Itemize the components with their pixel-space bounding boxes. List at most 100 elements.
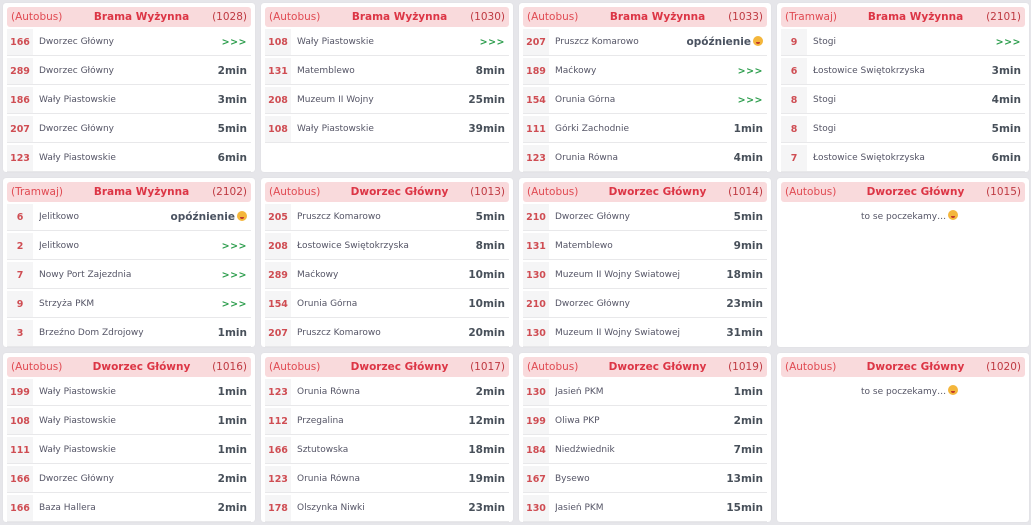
- departure-time-text: 2min: [217, 502, 247, 514]
- departure-row: 166 Baza Hallera 2min: [7, 495, 251, 522]
- line-number: 131: [265, 58, 291, 84]
- departure-time: 4min: [992, 94, 1025, 106]
- stop-code: (1033): [728, 11, 763, 23]
- line-number: 289: [7, 58, 33, 84]
- departure-time-text: 4min: [733, 152, 763, 164]
- line-number: 166: [265, 437, 291, 463]
- line-number: 207: [523, 29, 549, 55]
- departure-row: 208 Muzeum II Wojny 25min: [265, 87, 509, 114]
- departure-row: 111 Górki Zachodnie 1min: [523, 116, 767, 143]
- no-departures-text: to se poczekamy…: [861, 387, 947, 397]
- line-number: 123: [265, 466, 291, 492]
- destination: Muzeum II Wojny Światowej: [555, 328, 681, 338]
- departure-time: 9min: [734, 240, 767, 252]
- line-number: 208: [265, 87, 291, 113]
- departure-row: 189 Maćkowy >>>: [523, 58, 767, 85]
- departure-row: 210 Dworzec Główny 5min: [523, 204, 767, 231]
- destination: Jasień PKM: [555, 387, 604, 397]
- departure-time-text: 5min: [991, 123, 1021, 135]
- departure-time: 39min: [468, 123, 509, 135]
- destination: Wały Piastowskie: [297, 124, 374, 134]
- departure-row: 123 Orunia Równa 4min: [523, 145, 767, 172]
- departure-row: 2 Jelitkowo >>>: [7, 233, 251, 260]
- stop-name: Dworzec Główny: [92, 361, 191, 373]
- stop-card-header: (Autobus) Dworzec Główny (1013): [265, 182, 509, 202]
- departure-time-text: opóźnienie: [686, 36, 751, 48]
- departure-time: 10min: [468, 269, 509, 281]
- line-number: 154: [265, 291, 291, 317]
- departure-time: 3min: [218, 94, 251, 106]
- departure-time: 25min: [468, 94, 509, 106]
- departure-time-text: 2min: [217, 473, 247, 485]
- line-number: 210: [523, 291, 549, 317]
- departure-row: 9 Strzyża PKM >>>: [7, 291, 251, 318]
- stop-name: Brama Wyżynna: [93, 186, 190, 198]
- stop-card-header: (Autobus) Dworzec Główny (1020): [781, 357, 1025, 377]
- destination: Pruszcz Komarowo: [297, 328, 381, 338]
- departure-time: 2min: [218, 65, 251, 77]
- departure-time-text: 2min: [733, 415, 763, 427]
- line-number: 8: [781, 87, 807, 113]
- departure-row: 166 Sztutowska 18min: [265, 437, 509, 464]
- stop-card-header: (Tramwaj) Brama Wyżynna (2102): [7, 182, 251, 202]
- departure-row: 207 Dworzec Główny 5min: [7, 116, 251, 143]
- departure-time-text: 3min: [217, 94, 247, 106]
- line-number: 154: [523, 87, 549, 113]
- departure-time: 6min: [218, 152, 251, 164]
- line-number: 289: [265, 262, 291, 288]
- destination: Wały Piastowskie: [39, 153, 116, 163]
- departure-time: 6min: [992, 152, 1025, 164]
- departure-time: 15min: [726, 502, 767, 514]
- departure-time: opóźnienie: [171, 211, 251, 223]
- destination: Nowy Port Zajezdnia: [39, 270, 132, 280]
- stop-card: (Autobus) Dworzec Główny (1015) to se pocze…: [777, 178, 1029, 347]
- departure-time-text: >>>: [221, 240, 247, 252]
- departure-row: 289 Dworzec Główny 2min: [7, 58, 251, 85]
- destination: Orunia Równa: [555, 153, 619, 163]
- destination: Bysewo: [555, 474, 590, 484]
- departure-row: 205 Pruszcz Komarowo 5min: [265, 204, 509, 231]
- departure-row: 289 Maćkowy 10min: [265, 262, 509, 289]
- departure-time-text: 5min: [733, 211, 763, 223]
- departure-row: 3 Brzeźno Dom Zdrojowy 1min: [7, 320, 251, 347]
- stop-name: Brama Wyżynna: [93, 11, 190, 23]
- stop-card: (Tramwaj) Brama Wyżynna (2102) 6 Jelitkowo op…: [3, 178, 255, 347]
- no-departures-message: to se poczekamy…: [781, 202, 1025, 222]
- destination: Pruszcz Komarowo: [555, 37, 639, 47]
- departure-time-text: 1min: [217, 444, 247, 456]
- departure-time: >>>: [222, 270, 251, 281]
- departure-row: 108 Wały Piastowskie >>>: [265, 29, 509, 56]
- destination: Muzeum II Wojny: [297, 95, 374, 105]
- vehicle-type: (Autobus): [269, 11, 321, 23]
- stop-name: Dworzec Główny: [608, 186, 707, 198]
- stop-card-header: (Autobus) Dworzec Główny (1014): [523, 182, 767, 202]
- departure-time: 12min: [468, 415, 509, 427]
- destination: Matemblewo: [555, 241, 613, 251]
- stop-card: (Autobus) Dworzec Główny (1020) to se pocze…: [777, 353, 1029, 522]
- vehicle-type: (Autobus): [527, 361, 579, 373]
- destination: Łostowice Świętokrzyska: [813, 66, 925, 76]
- line-number: 131: [523, 233, 549, 259]
- destination: Wały Piastowskie: [297, 37, 374, 47]
- stop-name: Dworzec Główny: [866, 186, 965, 198]
- destination: Łostowice Świętokrzyska: [813, 153, 925, 163]
- departure-time-text: 9min: [733, 240, 763, 252]
- departure-row: 123 Orunia Równa 2min: [265, 379, 509, 406]
- line-number: 9: [7, 291, 33, 317]
- destination: Sztutowska: [297, 445, 349, 455]
- stop-name: Brama Wyżynna: [609, 11, 706, 23]
- departure-time-text: 23min: [468, 502, 505, 514]
- departure-time: 5min: [992, 123, 1025, 135]
- departure-time: 2min: [734, 415, 767, 427]
- destination: Dworzec Główny: [555, 299, 630, 309]
- line-number: 111: [7, 437, 33, 463]
- departure-row: 7 Łostowice Świętokrzyska 6min: [781, 145, 1025, 172]
- departure-row: 166 Dworzec Główny 2min: [7, 466, 251, 493]
- stop-name: Dworzec Główny: [608, 361, 707, 373]
- destination: Orunia Górna: [297, 299, 358, 309]
- departure-time: opóźnienie: [687, 36, 767, 48]
- stop-card-header: (Tramwaj) Brama Wyżynna (2101): [781, 7, 1025, 27]
- departure-time: 18min: [468, 444, 509, 456]
- departure-time: 1min: [218, 444, 251, 456]
- departure-time: 20min: [468, 327, 509, 339]
